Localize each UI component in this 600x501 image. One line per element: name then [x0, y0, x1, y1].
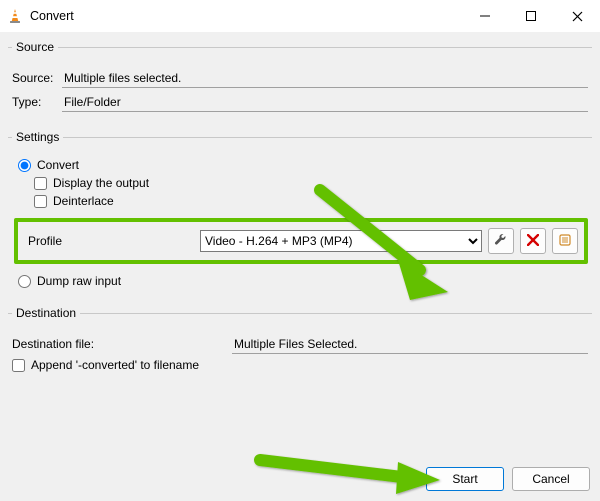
check-append-converted-label: Append '-converted' to filename: [31, 358, 199, 372]
check-display-output-input[interactable]: [34, 177, 47, 190]
check-display-output-label: Display the output: [53, 176, 149, 190]
radio-convert-input[interactable]: [18, 159, 31, 172]
check-deinterlace-label: Deinterlace: [53, 194, 114, 208]
check-display-output[interactable]: Display the output: [34, 176, 588, 190]
minimize-button[interactable]: [462, 0, 508, 32]
client-area: Source Source: Type: Settings Convert Di…: [0, 32, 600, 501]
new-profile-icon: [558, 233, 572, 250]
destination-file-label: Destination file:: [12, 337, 232, 351]
check-append-converted-input[interactable]: [12, 359, 25, 372]
group-source-legend: Source: [12, 40, 58, 54]
destination-file-field[interactable]: [232, 334, 588, 354]
radio-dump-raw-label: Dump raw input: [37, 274, 121, 288]
edit-profile-button[interactable]: [488, 228, 514, 254]
window-title: Convert: [30, 9, 74, 23]
close-button[interactable]: [554, 0, 600, 32]
radio-convert-label: Convert: [37, 158, 79, 172]
type-label: Type:: [12, 95, 62, 109]
type-field[interactable]: [62, 92, 588, 112]
group-destination: Destination Destination file: Append '-c…: [8, 306, 592, 376]
maximize-button[interactable]: [508, 0, 554, 32]
source-label: Source:: [12, 71, 62, 85]
x-icon: [527, 234, 539, 249]
profile-row-highlight: Profile Video - H.264 + MP3 (MP4): [14, 218, 588, 264]
profile-label: Profile: [24, 234, 194, 248]
radio-convert[interactable]: Convert: [18, 158, 588, 172]
wrench-icon: [494, 233, 508, 250]
new-profile-button[interactable]: [552, 228, 578, 254]
window-titlebar: Convert: [0, 0, 600, 32]
group-source: Source Source: Type:: [8, 40, 592, 116]
cancel-button[interactable]: Cancel: [512, 467, 590, 491]
group-settings: Settings Convert Display the output Dein…: [8, 130, 592, 292]
radio-dump-raw-input[interactable]: [18, 275, 31, 288]
dialog-button-row: Start Cancel: [426, 467, 590, 491]
delete-profile-button[interactable]: [520, 228, 546, 254]
start-button[interactable]: Start: [426, 467, 504, 491]
source-field[interactable]: [62, 68, 588, 88]
profile-select[interactable]: Video - H.264 + MP3 (MP4): [200, 230, 482, 252]
vlc-cone-icon: [6, 7, 24, 25]
group-destination-legend: Destination: [12, 306, 80, 320]
group-settings-legend: Settings: [12, 130, 63, 144]
radio-dump-raw[interactable]: Dump raw input: [18, 274, 588, 288]
check-append-converted[interactable]: Append '-converted' to filename: [12, 358, 588, 372]
check-deinterlace-input[interactable]: [34, 195, 47, 208]
check-deinterlace[interactable]: Deinterlace: [34, 194, 588, 208]
